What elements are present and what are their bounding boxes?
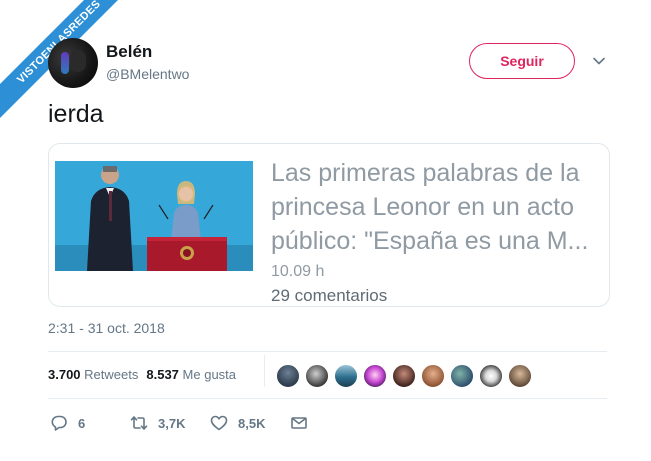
liker-avatar[interactable]	[479, 364, 503, 388]
liker-avatar[interactable]	[363, 364, 387, 388]
link-card[interactable]: Las primeras palabras de la princesa Leo…	[48, 143, 610, 307]
retweet-icon	[130, 416, 148, 430]
reply-icon	[51, 415, 67, 431]
liker-avatar[interactable]	[508, 364, 532, 388]
follow-button[interactable]: Seguir	[469, 43, 575, 79]
card-title[interactable]: Las primeras palabras de la princesa Leo…	[271, 156, 601, 258]
message-icon	[291, 417, 307, 429]
tweet-timestamp[interactable]: 2:31 - 31 oct. 2018	[48, 320, 165, 336]
retweets-stat[interactable]: 3.700 Retweets	[48, 367, 138, 382]
like-count: 8,5K	[238, 415, 266, 431]
author-display-name[interactable]: Belén	[106, 42, 152, 62]
message-button[interactable]	[290, 412, 308, 434]
likes-label: Me gusta	[182, 367, 237, 382]
tweet-text: ierda	[48, 100, 104, 128]
liker-avatar[interactable]	[305, 364, 329, 388]
card-comments: 29 comentarios	[271, 286, 388, 305]
stats-separator	[264, 355, 265, 387]
card-thumbnail	[55, 161, 253, 271]
reply-button[interactable]: 6	[50, 412, 85, 434]
chevron-down-icon[interactable]	[592, 54, 606, 68]
tweet-actions: 6 3,7K 8,5K	[48, 412, 348, 434]
liker-avatar[interactable]	[276, 364, 300, 388]
retweets-label: Retweets	[84, 367, 139, 382]
retweet-button[interactable]: 3,7K	[130, 412, 185, 434]
card-body: Las primeras palabras de la princesa Leo…	[271, 156, 601, 306]
like-icon	[210, 415, 228, 431]
likes-stat[interactable]: 8.537 Me gusta	[146, 367, 236, 382]
likes-count: 8.537	[146, 367, 179, 382]
tweet-screenshot: VISTOENLASREDES Belén @BMelentwo Seguir …	[0, 0, 651, 461]
tweet-stats: 3.700 Retweets 8.537 Me gusta	[48, 367, 236, 382]
liker-avatar[interactable]	[421, 364, 445, 388]
reply-count: 6	[78, 415, 86, 431]
divider	[48, 351, 607, 352]
liker-avatar[interactable]	[392, 364, 416, 388]
liker-avatar[interactable]	[450, 364, 474, 388]
like-button[interactable]: 8,5K	[210, 412, 265, 434]
liker-avatar[interactable]	[334, 364, 358, 388]
divider	[48, 398, 607, 399]
retweet-count: 3,7K	[158, 415, 186, 431]
author-avatar[interactable]	[48, 38, 98, 88]
card-time: 10.09 h	[271, 263, 325, 280]
author-handle[interactable]: @BMelentwo	[106, 66, 189, 82]
retweets-count: 3.700	[48, 367, 81, 382]
